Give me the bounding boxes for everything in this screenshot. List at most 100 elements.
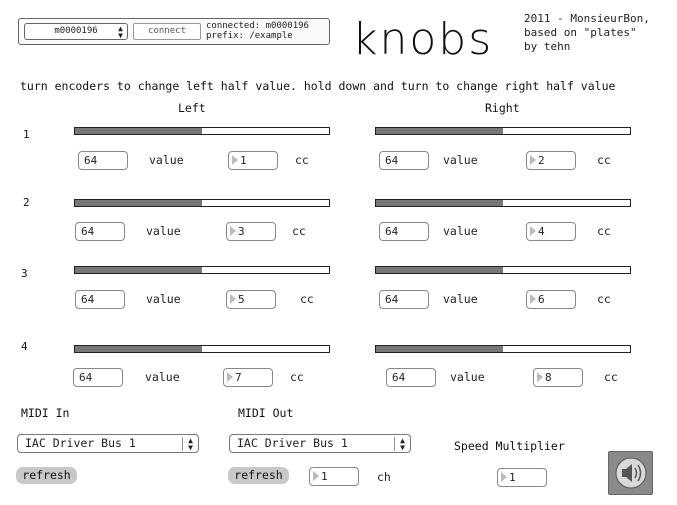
- left-value-2[interactable]: 64: [75, 222, 125, 241]
- prefix-text: prefix: /example: [206, 31, 293, 41]
- row-label: 4: [21, 340, 28, 353]
- device-menu[interactable]: m0000196 ▲ ▼: [24, 23, 128, 40]
- channel-value: 1: [321, 470, 328, 483]
- speed-value: 1: [509, 471, 516, 484]
- arrow-right-icon: [537, 372, 543, 382]
- value-label: value: [443, 153, 478, 167]
- slider-fill: [75, 128, 202, 134]
- slider-fill: [376, 200, 503, 206]
- slider-fill: [75, 200, 202, 206]
- slider-fill: [75, 346, 202, 352]
- slider-fill: [376, 128, 503, 134]
- value-label: value: [443, 292, 478, 306]
- right-slider-1[interactable]: [375, 127, 631, 135]
- right-slider-4[interactable]: [375, 345, 631, 353]
- right-cc-2[interactable]: 4: [526, 222, 576, 241]
- cc-number: 1: [240, 154, 247, 167]
- arrow-right-icon: [313, 471, 319, 481]
- row-label: 1: [23, 128, 30, 141]
- speed-multiplier-label: Speed Multiplier: [454, 439, 565, 453]
- speed-multiplier-number[interactable]: 1: [497, 468, 547, 487]
- credits: 2011 - MonsieurBon, based on "plates" by…: [524, 12, 650, 53]
- midi-out-refresh-button[interactable]: refresh: [228, 467, 289, 484]
- midi-in-label: MIDI In: [21, 406, 70, 420]
- right-slider-2[interactable]: [375, 199, 631, 207]
- arrow-right-icon: [230, 294, 236, 304]
- cc-label: cc: [604, 370, 618, 384]
- arrow-right-icon: [232, 155, 238, 165]
- cc-number: 3: [238, 225, 245, 238]
- left-value-4[interactable]: 64: [73, 368, 123, 387]
- cc-number: 4: [538, 225, 545, 238]
- cc-label: cc: [597, 292, 611, 306]
- left-cc-3[interactable]: 5: [226, 290, 276, 309]
- left-cc-2[interactable]: 3: [226, 222, 276, 241]
- right-value-2[interactable]: 64: [379, 222, 429, 241]
- arrow-right-icon: [230, 226, 236, 236]
- updown-arrows-icon: ▲ ▼: [118, 24, 123, 40]
- right-value-1[interactable]: 64: [379, 151, 429, 170]
- left-value-1[interactable]: 64: [78, 151, 128, 170]
- arrow-right-icon: [530, 155, 536, 165]
- app-title: knobs: [352, 14, 494, 65]
- midi-out-label: MIDI Out: [238, 406, 294, 420]
- value-label: value: [450, 370, 485, 384]
- row-label: 2: [23, 196, 30, 209]
- audio-toggle-button[interactable]: [608, 451, 653, 495]
- instructions: turn encoders to change left half value.…: [20, 79, 616, 93]
- device-menu-value: m0000196: [54, 26, 98, 36]
- right-column-heading: Right: [485, 101, 520, 115]
- value-label: value: [146, 224, 181, 238]
- midi-in-refresh-button[interactable]: refresh: [16, 467, 77, 484]
- left-column-heading: Left: [178, 101, 206, 115]
- channel-label: ch: [377, 470, 391, 484]
- value-label: value: [145, 370, 180, 384]
- connected-text: connected: m0000196: [206, 21, 309, 31]
- arrow-right-icon: [501, 472, 507, 482]
- cc-number: 5: [238, 293, 245, 306]
- midi-channel-number[interactable]: 1: [309, 467, 359, 486]
- slider-fill: [75, 267, 202, 273]
- arrow-right-icon: [227, 372, 233, 382]
- midi-in-menu[interactable]: IAC Driver Bus 1 ▲ ▼: [17, 434, 199, 453]
- left-slider-1[interactable]: [74, 127, 330, 135]
- connect-button[interactable]: connect: [133, 23, 201, 40]
- midi-in-selected: IAC Driver Bus 1: [25, 436, 136, 450]
- value-label: value: [149, 153, 184, 167]
- cc-label: cc: [292, 224, 306, 238]
- cc-number: 7: [235, 371, 242, 384]
- right-value-3[interactable]: 64: [379, 290, 429, 309]
- right-value-4[interactable]: 64: [386, 368, 436, 387]
- right-cc-1[interactable]: 2: [526, 151, 576, 170]
- arrow-right-icon: [530, 226, 536, 236]
- slider-fill: [376, 267, 503, 273]
- connection-status: connected: m0000196 prefix: /example: [206, 21, 309, 41]
- row-label: 3: [21, 267, 28, 280]
- midi-out-selected: IAC Driver Bus 1: [237, 436, 348, 450]
- value-label: value: [443, 224, 478, 238]
- cc-number: 8: [545, 371, 552, 384]
- speaker-icon: [615, 457, 647, 489]
- left-slider-3[interactable]: [74, 266, 330, 274]
- left-cc-1[interactable]: 1: [228, 151, 278, 170]
- midi-out-menu[interactable]: IAC Driver Bus 1 ▲ ▼: [229, 434, 411, 453]
- cc-label: cc: [300, 292, 314, 306]
- cc-number: 6: [538, 293, 545, 306]
- value-label: value: [146, 292, 181, 306]
- arrow-right-icon: [530, 294, 536, 304]
- right-slider-3[interactable]: [375, 266, 631, 274]
- left-slider-2[interactable]: [74, 199, 330, 207]
- cc-label: cc: [597, 224, 611, 238]
- cc-label: cc: [597, 153, 611, 167]
- updown-arrows-icon: ▲ ▼: [182, 437, 193, 452]
- left-cc-4[interactable]: 7: [223, 368, 273, 387]
- cc-label: cc: [295, 153, 309, 167]
- right-cc-4[interactable]: 8: [533, 368, 583, 387]
- left-slider-4[interactable]: [74, 345, 330, 353]
- left-value-3[interactable]: 64: [75, 290, 125, 309]
- slider-fill: [376, 346, 503, 352]
- cc-number: 2: [538, 154, 545, 167]
- updown-arrows-icon: ▲ ▼: [394, 437, 405, 452]
- cc-label: cc: [290, 370, 304, 384]
- right-cc-3[interactable]: 6: [526, 290, 576, 309]
